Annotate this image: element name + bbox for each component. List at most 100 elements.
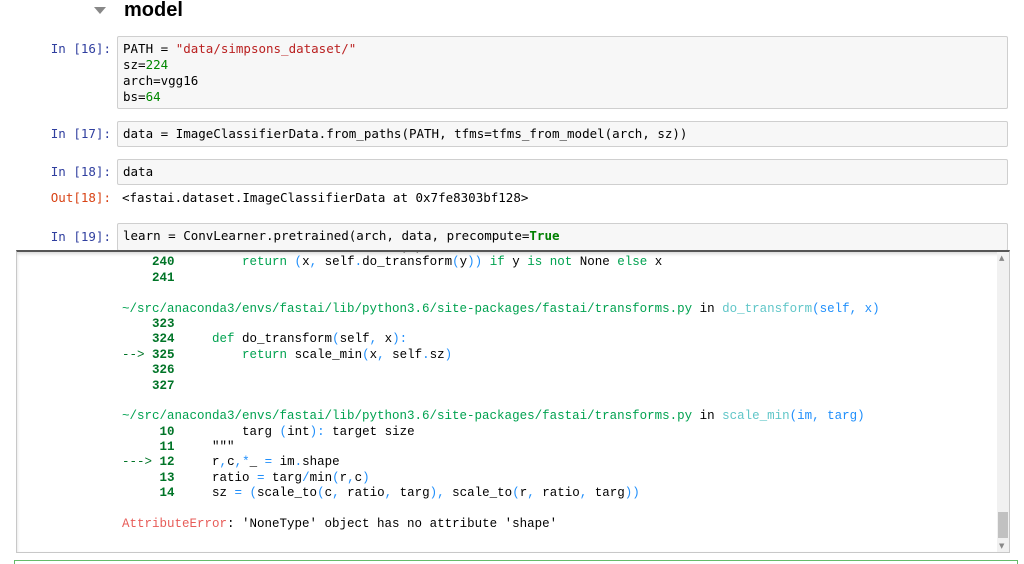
code-token: def: [212, 332, 235, 347]
code-token: None: [572, 255, 618, 270]
code-token: self: [339, 332, 370, 347]
traceback-line: [122, 502, 880, 517]
code-token: bs=: [123, 89, 146, 104]
code-token: 12: [159, 455, 175, 470]
traceback-text: 239 x = self.do_transform(x) 240 return …: [122, 252, 880, 532]
code-token: "data/simpsons_dataset/": [175, 41, 357, 56]
traceback-line: 11 """: [122, 440, 880, 455]
code-token: ,: [309, 255, 325, 270]
code-token: is not: [527, 255, 573, 270]
code-token: ,: [332, 486, 348, 501]
code-token: ~/src/anaconda3/envs/fastai/lib/python3.…: [122, 409, 693, 424]
code-token: 13: [122, 470, 175, 485]
code-cell[interactable]: data = ImageClassifierData.from_paths(PA…: [117, 121, 1008, 147]
code-token: in: [692, 301, 723, 316]
scrollbar[interactable]: ▲ ▼: [997, 252, 1009, 552]
code-token: ,: [369, 332, 385, 347]
traceback-line: [122, 286, 880, 301]
code-token: scale_to: [257, 486, 318, 501]
code-cell[interactable]: PATH = "data/simpsons_dataset/" sz=224 arc…: [117, 36, 1008, 109]
code-token: r: [339, 470, 348, 485]
traceback-line: ~/src/anaconda3/envs/fastai/lib/python3.…: [122, 302, 880, 317]
code-token: 239: [122, 252, 175, 254]
code-token: arch=vgg16: [123, 73, 199, 88]
code-line: learn = ConvLearner.pretrained(arch, dat…: [123, 228, 1002, 244]
code-token: in: [692, 409, 723, 424]
scroll-up-icon[interactable]: ▲: [999, 254, 1004, 262]
scrollbar-thumb[interactable]: [998, 512, 1008, 538]
code-token: self: [392, 347, 423, 362]
code-token: x: [384, 332, 393, 347]
code-token: ratio: [174, 470, 258, 485]
code-token: _: [249, 455, 265, 470]
code-token: int: [287, 424, 310, 439]
code-cell[interactable]: learn = ConvLearner.pretrained(arch, dat…: [117, 223, 1008, 251]
cell-prompt: In [16]:: [50, 41, 111, 56]
code-token: data = ImageClassifierData.from_paths(PA…: [123, 126, 688, 141]
output-prompt: Out[18]:: [50, 190, 111, 205]
code-token: x = self.do_transform(x): [175, 252, 422, 254]
code-token: ,*: [234, 455, 250, 470]
traceback-line: ~/src/anaconda3/envs/fastai/lib/python3.…: [122, 409, 880, 424]
code-token: """: [174, 440, 235, 455]
traceback-line: 323: [122, 317, 880, 332]
code-token: ratio: [347, 486, 385, 501]
code-token: targ: [594, 486, 625, 501]
code-token: (im, targ): [789, 409, 865, 424]
code-token: (: [332, 470, 340, 485]
code-token: else: [617, 255, 648, 270]
code-token: True: [529, 228, 560, 243]
code-line: PATH = "data/simpsons_dataset/": [123, 41, 1002, 57]
code-token: =: [257, 470, 265, 485]
cell-prompt: In [17]:: [50, 126, 111, 141]
code-token: targ: [399, 486, 430, 501]
code-token: (: [287, 255, 303, 270]
traceback-line: 326: [122, 363, 880, 378]
traceback-line: 241: [122, 271, 880, 286]
code-token: =: [264, 455, 273, 470]
code-token: ),: [429, 486, 453, 501]
code-line: bs=64: [123, 89, 1002, 105]
scroll-down-icon[interactable]: ▼: [999, 542, 1004, 550]
code-token: (: [452, 255, 460, 270]
code-token: ,: [219, 455, 228, 470]
code-token: ,: [347, 470, 355, 485]
code-line: data = ImageClassifierData.from_paths(PA…: [123, 126, 1002, 142]
code-token: 224: [145, 57, 169, 72]
code-token: if: [482, 255, 505, 270]
traceback-line: 324 def do_transform(self, x):: [122, 332, 880, 347]
code-token: x: [302, 255, 310, 270]
code-token: ): [362, 470, 370, 485]
code-token: ,: [384, 486, 400, 501]
collapse-caret-icon[interactable]: [94, 6, 106, 14]
next-cell[interactable]: [14, 560, 1018, 564]
code-token: return: [242, 347, 288, 362]
section-heading: model: [90, 0, 183, 24]
code-token: ,: [527, 486, 543, 501]
code-token: ratio: [542, 486, 580, 501]
code-token: scale_min: [287, 347, 363, 362]
traceback-line: --> 325 return scale_min(x, self.sz): [122, 348, 880, 363]
code-token: self: [324, 255, 355, 270]
code-token: targ: [174, 424, 280, 439]
code-token: AttributeError: [122, 517, 228, 532]
code-token: 323: [122, 316, 175, 331]
code-token: c: [227, 455, 235, 470]
code-token: im: [272, 455, 295, 470]
code-token: sz=: [123, 57, 146, 72]
code-token: sz: [174, 486, 235, 501]
traceback-output[interactable]: 239 x = self.do_transform(x) 240 return …: [16, 250, 1010, 553]
code-token: scale_to: [452, 486, 513, 501]
code-token: 64: [145, 89, 161, 104]
code-token: (: [279, 424, 288, 439]
code-token: (: [317, 486, 325, 501]
code-token: (: [362, 347, 370, 362]
code-token: do_transform: [234, 332, 333, 347]
traceback-line: 327: [122, 379, 880, 394]
code-token: ~/src/anaconda3/envs/fastai/lib/python3.…: [122, 301, 693, 316]
code-cell[interactable]: data: [117, 159, 1008, 185]
code-token: x: [647, 255, 663, 270]
code-token: scale_min: [722, 409, 790, 424]
